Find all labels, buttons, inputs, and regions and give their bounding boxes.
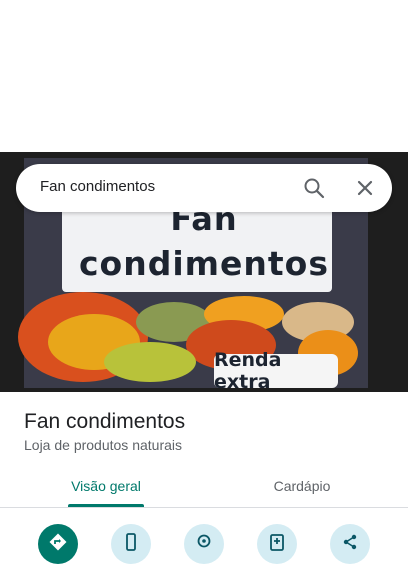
place-category: Loja de produtos naturais [24,437,182,453]
save-button[interactable] [257,524,297,564]
search-input[interactable]: Fan condimentos [40,178,155,195]
directions-button[interactable] [38,524,78,564]
call-button[interactable] [111,524,151,564]
directions-icon [49,533,67,551]
phone-icon [126,533,136,551]
tabs-divider [0,507,408,508]
tab-menu[interactable]: Cardápio [242,478,362,494]
place-name: Fan condimentos [24,410,186,433]
share-button[interactable] [330,524,370,564]
photo-headline-line2: condimentos [78,244,329,283]
tab-overview[interactable]: Visão geral [46,478,166,494]
close-icon[interactable] [353,176,377,200]
location-icon [197,534,211,548]
photo-badge: Renda extra [214,349,338,392]
search-bar[interactable]: Fan condimentos [16,164,392,212]
spice-curry [104,342,196,382]
nearby-button[interactable] [184,524,224,564]
search-icon[interactable] [302,176,326,200]
share-icon [343,534,357,550]
save-icon [270,534,284,551]
